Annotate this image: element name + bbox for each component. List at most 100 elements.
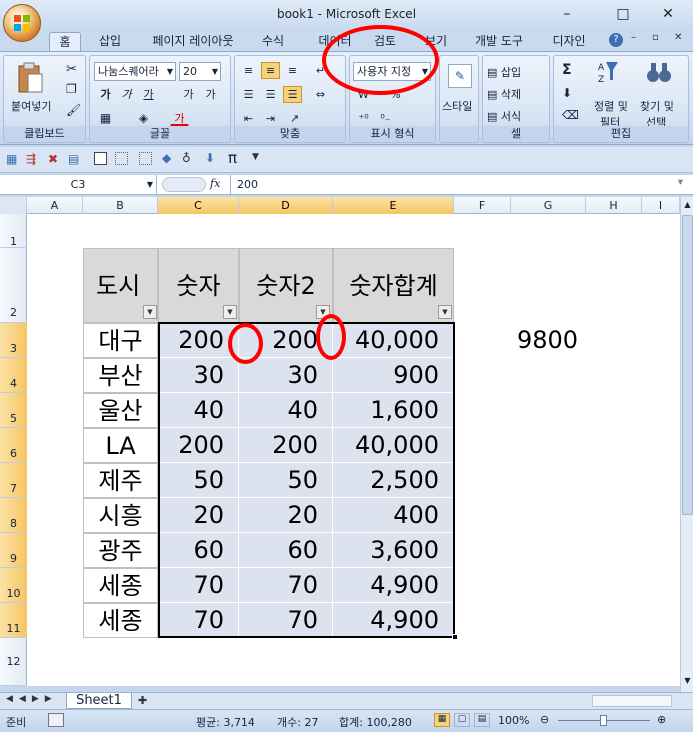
tab-design[interactable]: 디자인	[545, 32, 593, 52]
align-middle-icon[interactable]: ≡	[261, 62, 280, 79]
close-button[interactable]: ✕	[646, 2, 690, 26]
sheet-tab-sheet1[interactable]: Sheet1	[66, 693, 132, 709]
border-box-icon[interactable]	[94, 152, 107, 165]
align-right-icon[interactable]: ☰	[283, 86, 302, 103]
worksheet-grid[interactable]: 도시 숫자 숫자2 숫자합계 ▼ ▼ ▼ ▼ 대구 200 200 40,000 부산 3…	[27, 214, 680, 686]
sheet-nav-icon[interactable]: ◀◀▶▶	[6, 694, 58, 704]
table-cell-city[interactable]: LA	[83, 428, 158, 463]
font-name-combo[interactable]: 나눔스퀘어라 ▼	[94, 62, 176, 81]
customize-qat-icon[interactable]: ▼	[252, 152, 259, 162]
scroll-up-icon[interactable]: ▲	[682, 197, 693, 212]
zoom-level[interactable]: 100%	[498, 714, 529, 727]
page-break-view-icon[interactable]: ▤	[474, 713, 490, 727]
table-cell-city[interactable]: 시흥	[83, 498, 158, 533]
row-header[interactable]: 3	[0, 323, 27, 358]
expand-formula-icon[interactable]: ⩔	[678, 177, 683, 187]
column-header-a[interactable]: A	[27, 197, 83, 214]
format-cells-button[interactable]: ▤ 서식	[487, 108, 521, 124]
formula-bar-grip[interactable]	[162, 177, 206, 192]
row-header[interactable]: 10	[0, 568, 27, 603]
tab-developer[interactable]: 개발 도구	[466, 32, 532, 52]
fill-icon[interactable]: ⬇	[562, 86, 572, 100]
format-painter-icon[interactable]: 🖌	[66, 103, 81, 117]
italic-button[interactable]: 가	[117, 86, 136, 103]
table-cell-city[interactable]: 세종	[83, 568, 158, 603]
column-header-g[interactable]: G	[511, 197, 586, 214]
autosum-button[interactable]: Σ	[562, 62, 572, 78]
row-header[interactable]: 5	[0, 393, 27, 428]
network-icon[interactable]: ♁	[182, 151, 191, 165]
tab-home[interactable]: 홈	[49, 32, 81, 52]
ribbon-minimize-icon[interactable]: –	[631, 32, 636, 43]
orientation-icon[interactable]: ↗	[285, 110, 304, 127]
row-header[interactable]: 8	[0, 498, 27, 533]
decrease-decimal-icon[interactable]: ⁰₋	[376, 110, 395, 127]
zoom-slider-thumb[interactable]	[600, 715, 607, 726]
dotted-box-icon[interactable]	[139, 152, 152, 165]
zoom-in-icon[interactable]: ⊕	[657, 713, 666, 726]
table-cell-city[interactable]: 제주	[83, 463, 158, 498]
row-header[interactable]: 7	[0, 463, 27, 498]
office-button[interactable]	[3, 4, 41, 42]
insert-sheet-icon[interactable]: ✚	[138, 694, 147, 707]
clear-icon[interactable]: ⌫	[562, 108, 579, 122]
tab-formulas[interactable]: 수식	[253, 32, 293, 52]
row-header[interactable]: 11	[0, 603, 27, 638]
insert-function-button[interactable]: fx	[210, 177, 220, 190]
workbook-close-icon[interactable]: ✕	[674, 32, 682, 43]
pi-icon[interactable]: π	[228, 149, 237, 167]
row-header[interactable]: 12	[0, 638, 27, 686]
filter-dropdown-icon[interactable]: ▼	[438, 305, 452, 319]
zoom-out-icon[interactable]: ⊖	[540, 713, 549, 726]
delete-icon[interactable]: ✖	[48, 152, 58, 166]
formula-input[interactable]: 200	[230, 175, 676, 194]
arrow-left-icon[interactable]: ◆	[162, 151, 171, 165]
copy-icon[interactable]: ❐	[66, 82, 77, 96]
insert-cells-button[interactable]: ▤ 삽입	[487, 64, 521, 80]
table-cell-city[interactable]: 광주	[83, 533, 158, 568]
align-top-icon[interactable]: ≡	[239, 62, 258, 79]
styles-button[interactable]: 스타일	[442, 98, 472, 114]
fill-handle[interactable]	[452, 634, 458, 640]
increase-indent-icon[interactable]: ⇥	[261, 110, 280, 127]
table-cell-city[interactable]: 부산	[83, 358, 158, 393]
grow-font-button[interactable]: 가	[179, 86, 198, 103]
minimize-button[interactable]: –	[545, 2, 589, 26]
increase-decimal-icon[interactable]: ⁺⁰	[354, 110, 373, 127]
grid-icon[interactable]: ▦	[6, 152, 17, 166]
align-bottom-icon[interactable]: ≡	[283, 62, 302, 79]
table-cell-city[interactable]: 울산	[83, 393, 158, 428]
select-all-button[interactable]	[0, 197, 27, 214]
page-layout-view-icon[interactable]: ▢	[454, 713, 470, 727]
align-center-icon[interactable]: ☰	[261, 86, 280, 103]
column-header-f[interactable]: F	[454, 197, 511, 214]
row-header[interactable]: 9	[0, 533, 27, 568]
underline-button[interactable]: 가	[139, 86, 158, 103]
filter-dropdown-icon[interactable]: ▼	[143, 305, 157, 319]
table-cell-city[interactable]: 세종	[83, 603, 158, 638]
decrease-indent-icon[interactable]: ⇤	[239, 110, 258, 127]
font-color-button[interactable]: 가	[170, 110, 189, 127]
scroll-down-icon[interactable]: ▼	[682, 673, 693, 688]
tab-page-layout[interactable]: 페이지 레이아웃	[143, 32, 243, 52]
table-icon[interactable]: ▤	[68, 152, 79, 166]
border-icon[interactable]: ▦	[96, 110, 115, 127]
dotted-box-icon[interactable]	[115, 152, 128, 165]
table-cell-city[interactable]: 대구	[83, 323, 158, 358]
macro-record-icon[interactable]	[48, 713, 64, 727]
tab-insert[interactable]: 삽입	[90, 32, 130, 52]
paste-button[interactable]: 붙여넣기	[11, 98, 51, 114]
column-header-e[interactable]: E	[333, 197, 454, 214]
row-header[interactable]: 1	[0, 214, 27, 248]
column-header-c[interactable]: C	[158, 197, 239, 214]
delete-cells-button[interactable]: ▤ 삭제	[487, 86, 521, 102]
maximize-button[interactable]: □	[601, 2, 645, 26]
horizontal-scrollbar[interactable]	[592, 695, 672, 707]
row-header[interactable]: 4	[0, 358, 27, 393]
help-icon[interactable]: ?	[609, 33, 623, 47]
vertical-scrollbar[interactable]: ▲ ▼	[680, 197, 693, 697]
normal-view-icon[interactable]: ▦	[434, 713, 450, 727]
insert-row-icon[interactable]: ⇶	[26, 152, 36, 166]
scroll-thumb[interactable]	[682, 215, 693, 515]
cell-g3[interactable]: 9800	[517, 323, 578, 358]
